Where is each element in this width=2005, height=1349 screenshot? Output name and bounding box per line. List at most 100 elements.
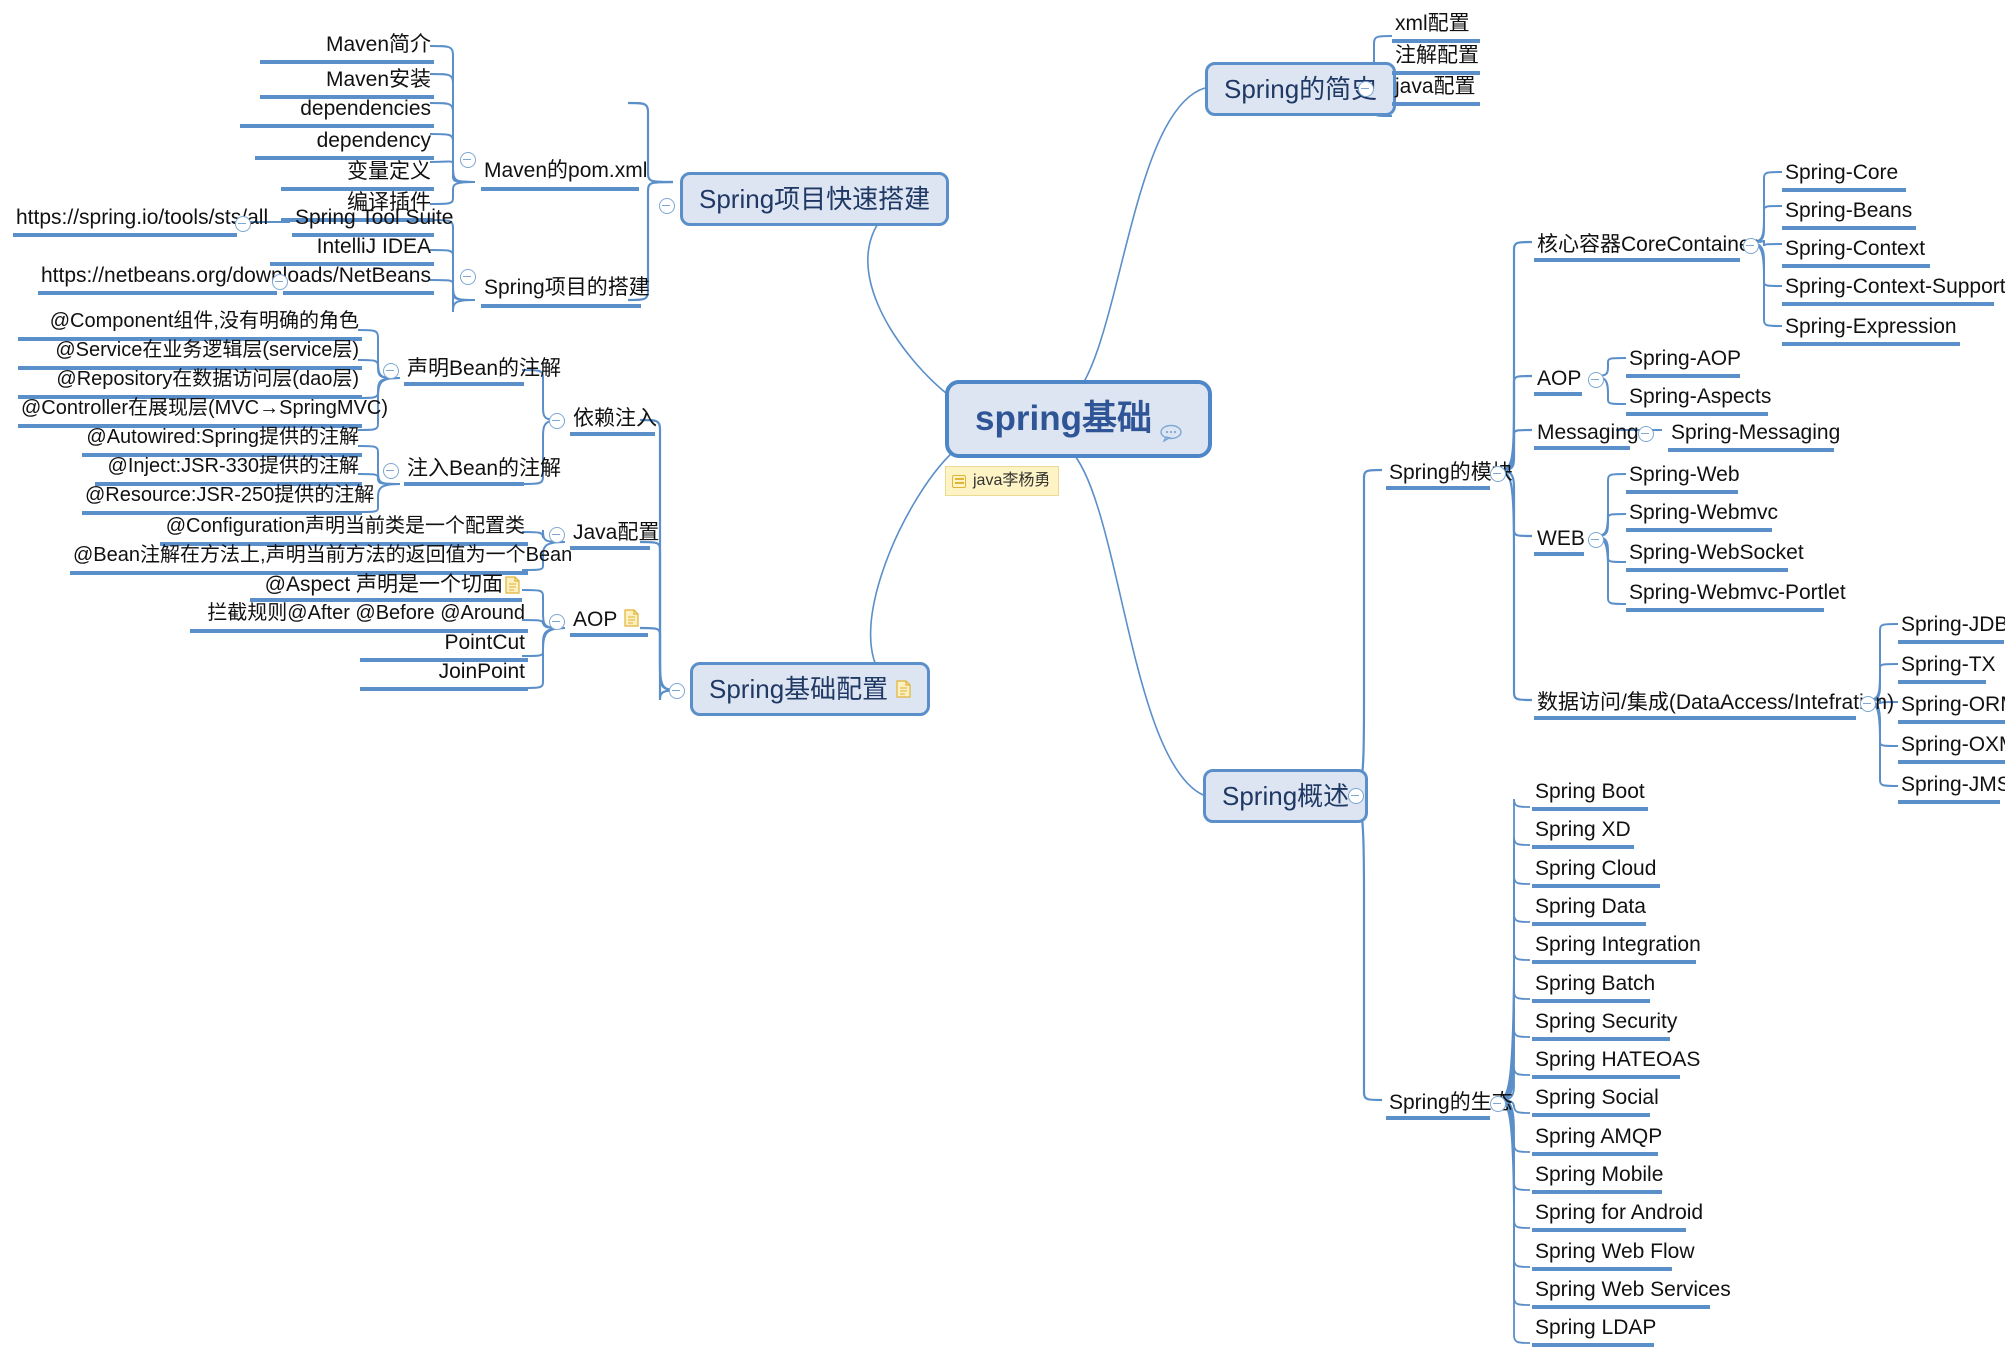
node-module-web[interactable]: WEB	[1534, 526, 1590, 554]
toggle-spring-basic-config[interactable]	[669, 683, 685, 699]
node-maven-intro[interactable]: Maven简介	[260, 32, 434, 64]
node-java-config-history[interactable]: java配置	[1392, 74, 1480, 106]
node-inject-annotation[interactable]: @Inject:JSR-330提供的注解	[95, 454, 362, 486]
node-resource-annotation[interactable]: @Resource:JSR-250提供的注解	[82, 483, 374, 515]
toggle-declare-bean-annotations[interactable]	[383, 363, 399, 379]
toggle-core-container[interactable]	[1743, 238, 1759, 254]
node-spring-aop[interactable]: Spring-AOP	[1626, 346, 1741, 378]
node-spring-context-support[interactable]: Spring-Context-Support	[1782, 274, 2005, 306]
toggle-netbeans[interactable]	[272, 274, 288, 290]
node-spring-orm[interactable]: Spring-ORM	[1898, 692, 2005, 724]
node-controller-annotation[interactable]: @Controller在展现层(MVC→SpringMVC)	[18, 396, 388, 428]
node-ecosystem-item[interactable]: Spring Security	[1532, 1009, 1677, 1041]
node-autowired-annotation[interactable]: @Autowired:Spring提供的注解	[82, 425, 362, 457]
node-aspect-annotation[interactable]: @Aspect 声明是一个切面	[250, 572, 506, 600]
node-maven-pom[interactable]: Maven的pom.xml	[481, 158, 647, 186]
node-spring-messaging[interactable]: Spring-Messaging	[1668, 420, 1840, 452]
node-spring-tool-suite[interactable]: Spring Tool Suite	[292, 205, 453, 237]
node-dependency-injection[interactable]: 依赖注入	[570, 406, 661, 434]
node-maven-install[interactable]: Maven安装	[260, 67, 434, 99]
node-xml-config[interactable]: xml配置	[1392, 11, 1480, 43]
node-ecosystem-item[interactable]: Spring XD	[1532, 817, 1634, 849]
toggle-module-web[interactable]	[1588, 532, 1604, 548]
toggle-spring-tool-suite[interactable]	[235, 216, 251, 232]
node-ecosystem-item[interactable]: Spring LDAP	[1532, 1315, 1656, 1347]
toggle-data-access-integration[interactable]	[1860, 696, 1876, 712]
node-ecosystem-item[interactable]: Spring Batch	[1532, 971, 1655, 1003]
root-node[interactable]: spring基础	[945, 380, 1212, 458]
toggle-spring-project-setup[interactable]	[460, 269, 476, 285]
toggle-spring-history[interactable]	[1358, 81, 1374, 97]
node-ecosystem-item[interactable]: Spring HATEOAS	[1532, 1047, 1700, 1079]
node-ecosystem-item[interactable]: Spring Integration	[1532, 932, 1701, 964]
node-intellij-idea[interactable]: IntelliJ IDEA	[270, 234, 434, 266]
node-core-container[interactable]: 核心容器CoreContainer	[1534, 232, 1758, 260]
node-annotation-config[interactable]: 注解配置	[1392, 43, 1480, 75]
node-spring-websocket[interactable]: Spring-WebSocket	[1626, 540, 1804, 572]
node-bean-annotation[interactable]: @Bean注解在方法上,声明当前方法的返回值为一个Bean	[70, 543, 572, 575]
node-module-aop[interactable]: AOP	[1534, 366, 1588, 394]
node-spring-core[interactable]: Spring-Core	[1782, 160, 1906, 192]
toggle-maven-pom[interactable]	[460, 152, 476, 168]
node-spring-web[interactable]: Spring-Web	[1626, 462, 1740, 494]
node-configuration-annotation[interactable]: @Configuration声明当前类是一个配置类	[160, 514, 528, 546]
topic-spring-basic-config[interactable]: Spring基础配置	[690, 662, 931, 716]
toggle-spring-ecosystem[interactable]	[1490, 1096, 1506, 1112]
node-ecosystem-item[interactable]: Spring Boot	[1532, 779, 1648, 811]
node-spring-jdbc[interactable]: Spring-JDBC	[1898, 612, 2005, 644]
node-joinpoint[interactable]: JoinPoint	[360, 659, 528, 691]
toggle-java-config[interactable]	[549, 527, 565, 543]
node-dependency[interactable]: dependency	[255, 128, 434, 160]
node-pointcut[interactable]: PointCut	[360, 630, 528, 662]
node-spring-project-setup[interactable]: Spring项目的搭建	[481, 275, 650, 303]
node-label: https://netbeans.org/downloads/	[41, 264, 339, 287]
node-aop-config[interactable]: AOP	[570, 607, 624, 635]
node-dependencies[interactable]: dependencies	[240, 96, 434, 128]
toggle-inject-bean-annotations[interactable]	[383, 463, 399, 479]
node-spring-webmvc[interactable]: Spring-Webmvc	[1626, 500, 1778, 532]
node-java-config[interactable]: Java配置	[570, 520, 659, 548]
node-spring-modules[interactable]: Spring的模块	[1386, 460, 1513, 488]
node-label: Spring-Beans	[1785, 199, 1913, 222]
node-interception-rules[interactable]: 拦截规则@After @Before @Around	[190, 601, 528, 633]
node-ecosystem-item[interactable]: Spring Social	[1532, 1085, 1659, 1117]
node-spring-webmvc-portlet[interactable]: Spring-Webmvc-Portlet	[1626, 580, 1846, 612]
toggle-spring-overview[interactable]	[1348, 788, 1364, 804]
node-ecosystem-item[interactable]: Spring Web Services	[1532, 1277, 1731, 1309]
node-data-access-integration[interactable]: 数据访问/集成(DataAccess/Intefration)	[1534, 690, 1894, 718]
node-ecosystem-item[interactable]: Spring for Android	[1532, 1200, 1703, 1232]
node-ecosystem-item[interactable]: Spring Web Flow	[1532, 1239, 1695, 1271]
node-spring-aspects[interactable]: Spring-Aspects	[1626, 384, 1771, 416]
node-spring-ecosystem[interactable]: Spring的生态	[1386, 1090, 1513, 1118]
node-ecosystem-item[interactable]: Spring Data	[1532, 894, 1646, 926]
node-component-annotation[interactable]: @Component组件,没有明确的角色	[18, 309, 362, 341]
root-sticky-note[interactable]: java李杨勇	[945, 466, 1060, 496]
node-inject-bean-annotations[interactable]: 注入Bean的注解	[404, 456, 561, 484]
node-repository-annotation[interactable]: @Repository在数据访问层(dao层)	[18, 367, 362, 399]
topic-spring-project-quick-setup[interactable]: Spring项目快速搭建	[680, 172, 950, 226]
node-spring-jms[interactable]: Spring-JMS	[1898, 772, 2005, 804]
node-spring-beans[interactable]: Spring-Beans	[1782, 198, 1916, 230]
node-service-annotation[interactable]: @Service在业务逻辑层(service层)	[18, 338, 362, 370]
node-spring-tx[interactable]: Spring-TX	[1898, 652, 1996, 684]
node-spring-expression[interactable]: Spring-Expression	[1782, 314, 1960, 346]
node-label: Spring-OXM	[1901, 733, 2005, 756]
node-module-messaging[interactable]: Messaging	[1534, 420, 1639, 448]
node-variable-definition[interactable]: 变量定义	[281, 159, 434, 191]
node-label: @Bean注解在方法上,声明当前方法的返回值为一个Bean	[73, 544, 573, 566]
node-spring-oxm[interactable]: Spring-OXM	[1898, 732, 2005, 764]
toggle-module-aop[interactable]	[1588, 372, 1604, 388]
toggle-aop-config[interactable]	[549, 614, 565, 630]
node-declare-bean-annotations[interactable]: 声明Bean的注解	[404, 356, 561, 384]
node-netbeans-url[interactable]: https://netbeans.org/downloads/	[38, 263, 339, 295]
topic-spring-overview[interactable]: Spring概述	[1203, 769, 1369, 823]
toggle-dependency-injection[interactable]	[549, 413, 565, 429]
node-ecosystem-item[interactable]: Spring AMQP	[1532, 1124, 1662, 1156]
node-ecosystem-item[interactable]: Spring Cloud	[1532, 856, 1660, 888]
toggle-spring-modules[interactable]	[1490, 466, 1506, 482]
toggle-spring-project-quick-setup[interactable]	[659, 198, 675, 214]
node-ecosystem-item[interactable]: Spring Mobile	[1532, 1162, 1663, 1194]
node-spring-context[interactable]: Spring-Context	[1782, 236, 1930, 268]
node-sts-url[interactable]: https://spring.io/tools/sts/all	[13, 205, 268, 237]
toggle-module-messaging[interactable]	[1638, 426, 1654, 442]
